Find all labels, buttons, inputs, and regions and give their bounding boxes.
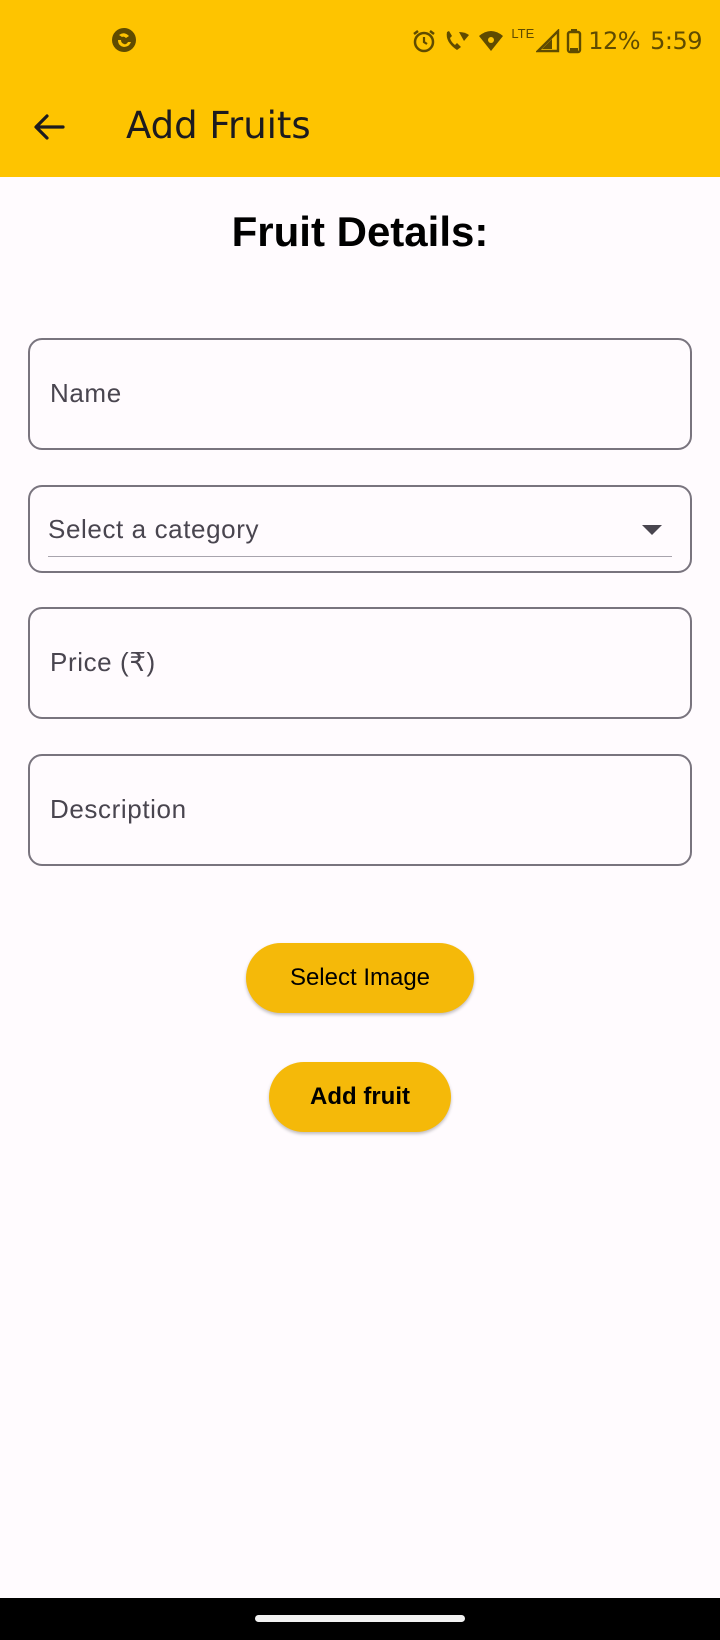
description-field[interactable]: Description — [28, 754, 692, 866]
name-field[interactable]: Name — [28, 338, 692, 450]
price-field-label: Price (₹) — [50, 647, 156, 677]
category-dropdown[interactable]: Select a category — [28, 485, 692, 573]
status-bar: LTE 12% 5:59 — [0, 0, 720, 80]
description-field-label: Description — [50, 794, 187, 824]
add-fruit-button[interactable]: Add fruit — [269, 1062, 451, 1132]
status-icons: LTE 12% 5:59 — [411, 24, 702, 58]
home-gesture-handle[interactable] — [255, 1615, 465, 1622]
app-bar-title: Add Fruits — [126, 104, 311, 147]
wifi-call-icon — [443, 28, 471, 54]
select-image-button[interactable]: Select Image — [246, 943, 474, 1013]
category-dropdown-placeholder: Select a category — [48, 514, 260, 544]
lte-signal-icon — [536, 29, 560, 53]
app-notification-icon — [110, 26, 138, 54]
battery-icon — [566, 28, 582, 54]
battery-percent: 12% — [588, 27, 641, 55]
page-heading: Fruit Details: — [231, 208, 489, 255]
price-field[interactable]: Price (₹) — [28, 607, 692, 719]
name-field-label: Name — [50, 378, 122, 408]
alarm-icon — [411, 28, 437, 54]
wifi-icon — [477, 29, 505, 53]
clock: 5:59 — [650, 27, 702, 55]
back-button[interactable] — [26, 104, 72, 150]
lte-label: LTE — [511, 25, 535, 41]
app-bar: LTE 12% 5:59 Add Fruits — [0, 0, 720, 177]
dropdown-underline — [48, 556, 672, 557]
arrow-left-icon — [34, 114, 65, 140]
dropdown-arrow-icon — [642, 525, 662, 535]
system-navigation-bar — [0, 1598, 720, 1640]
